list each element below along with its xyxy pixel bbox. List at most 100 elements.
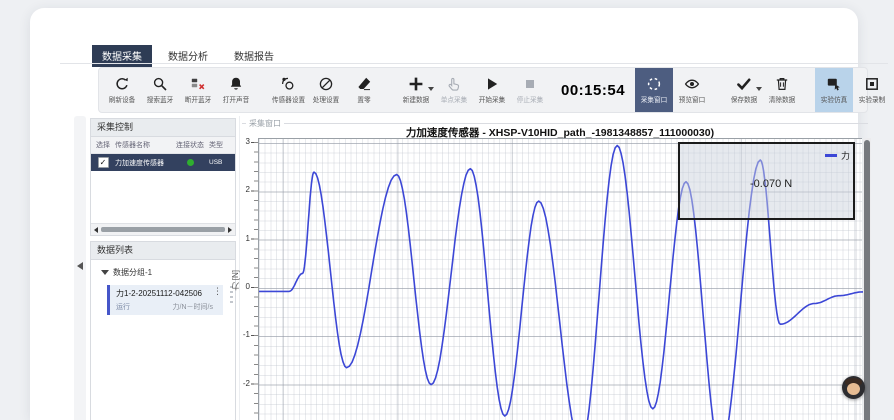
refresh-icon	[114, 76, 130, 92]
app-root: 数据采集 数据分析 数据报告 刷新设备搜索蓝牙断开蓝牙打开声音传感器设置处理设置…	[0, 0, 894, 420]
sensor-table-row[interactable]: ✓ 力加速度传感器 USB	[91, 154, 235, 171]
stop-icon	[522, 76, 538, 92]
toolbar: 刷新设备 搜索蓝牙 断开蓝牙 打开声音 传感器设置处理设置 置零 新建数据 单点采集 开始采集 停…	[98, 67, 868, 113]
capture-window-button[interactable]: 采集窗口	[635, 68, 673, 112]
sensor-table-hscrollbar[interactable]	[91, 223, 235, 235]
zero-set-button[interactable]: 置零	[345, 68, 383, 112]
data-item-card[interactable]: 力1-2-20251112-042506 运行 力/N－时间/s ⋮	[107, 285, 223, 315]
dashed-circle-icon	[646, 76, 662, 92]
plus-icon	[408, 76, 424, 92]
data-list-title: 数据列表	[91, 242, 235, 260]
eraser-icon	[356, 76, 372, 92]
toolbar-button-label: 打开声音	[223, 95, 250, 105]
sensor-name: 力加速度传感器	[115, 158, 171, 168]
y-tick-label: 2	[222, 185, 250, 194]
clear-data-button[interactable]: 清除数据	[763, 68, 801, 112]
toolbar-left-group: 刷新设备 搜索蓝牙 断开蓝牙 打开声音 传感器设置处理设置 置零 新建数据 单点采集 开始采集 停…	[103, 68, 549, 112]
experiment-simulation-button[interactable]: 实验仿真	[815, 68, 853, 112]
stop-capture-button[interactable]: 停止采集	[511, 68, 549, 112]
y-axis-label: 力 [N]	[230, 270, 241, 290]
search-icon	[152, 76, 168, 92]
sensor-checkbox[interactable]: ✓	[98, 157, 109, 168]
data-item-status: 运行	[116, 302, 130, 312]
search-bluetooth-button[interactable]: 搜索蓝牙	[141, 68, 179, 112]
experiment-recording-button[interactable]: 实验录制	[853, 68, 891, 112]
toolbar-button-label: 实验仿真	[821, 95, 848, 105]
sensor-table-header: 选择 传感器名称 连接状态 类型	[91, 137, 235, 154]
toolbar-button-label: 实验录制	[859, 95, 886, 105]
col-connection-status: 连接状态	[171, 140, 209, 150]
legend-series-label: 力	[841, 149, 850, 162]
new-data-button[interactable]: 新建数据	[397, 68, 435, 112]
dropdown-caret-icon[interactable]	[756, 87, 762, 91]
toolbar-button-label: 单点采集	[441, 95, 468, 105]
toolbar-button-label: 搜索蓝牙	[147, 95, 174, 105]
toolbar-button-label: 开始采集	[479, 95, 506, 105]
bell-icon	[228, 76, 244, 92]
disconnect-bluetooth-button[interactable]: 断开蓝牙	[179, 68, 217, 112]
hscroll-thumb[interactable]	[101, 227, 225, 232]
capture-timer: 00:15:54	[561, 82, 625, 99]
refresh-device-button[interactable]: 刷新设备	[103, 68, 141, 112]
toolbar-button-label: 处理设置	[313, 95, 340, 105]
tabbar-divider	[60, 63, 888, 64]
toolbar-button-label: 停止采集	[517, 95, 544, 105]
single-point-capture-button[interactable]: 单点采集	[435, 68, 473, 112]
record-icon	[864, 76, 880, 92]
play-icon	[484, 76, 500, 92]
vscroll-thumb[interactable]	[864, 140, 870, 420]
toolbar-button-label: 置零	[357, 95, 370, 105]
toolbar-right-group: 采集窗口预览窗口保存数据清除数据实验仿真实验录制公式计算	[635, 68, 894, 112]
data-group-label: 数据分组-1	[113, 267, 152, 278]
chart-legend: 力	[825, 149, 850, 162]
sidebar-collapse-strip	[74, 116, 86, 420]
data-item-axes: 力/N－时间/s	[173, 302, 213, 312]
start-capture-button[interactable]: 开始采集	[473, 68, 511, 112]
collection-control-title: 采集控制	[91, 119, 235, 137]
dropdown-caret-icon[interactable]	[428, 87, 434, 91]
col-select: 选择	[91, 140, 115, 150]
toolbar-button-label: 断开蓝牙	[185, 95, 212, 105]
legend-line-icon	[825, 154, 837, 157]
annotation-value: -0.070 N	[750, 178, 792, 190]
assistant-avatar[interactable]	[842, 376, 865, 399]
toolbar-button-label: 保存数据	[731, 95, 758, 105]
status-dot	[187, 159, 194, 166]
preview-window-button[interactable]: 预览窗口	[673, 68, 711, 112]
check-icon	[736, 76, 752, 92]
toolbar-button-label: 采集窗口	[641, 95, 668, 105]
simulate-icon	[826, 76, 842, 92]
toolbar-button-label: 刷新设备	[109, 95, 136, 105]
sensor-icon	[280, 76, 296, 92]
collection-control-panel: 采集控制 选择 传感器名称 连接状态 类型 ✓ 力加速度传感器 USB	[90, 118, 236, 236]
processing-settings-button[interactable]: 处理设置	[307, 68, 345, 112]
gauge-icon	[318, 76, 334, 92]
data-list-panel: 数据列表 数据分组-1 力1-2-20251112-042506 运行 力/N－…	[90, 241, 236, 420]
app-window: 数据采集 数据分析 数据报告 刷新设备搜索蓝牙断开蓝牙打开声音传感器设置处理设置…	[30, 8, 858, 420]
y-tick-label: 1	[222, 234, 250, 243]
item-menu-button[interactable]: ⋮	[213, 287, 222, 296]
toolbar-button-label: 传感器设置	[271, 95, 304, 105]
y-tick-label: -1	[222, 330, 250, 339]
panel-collapse-handle[interactable]	[77, 262, 83, 270]
col-sensor-name: 传感器名称	[115, 140, 171, 150]
chevron-down-icon[interactable]	[101, 270, 109, 275]
sensor-settings-button[interactable]: 传感器设置	[269, 68, 307, 112]
chart-plot-area[interactable]: -0.070 N 力	[258, 138, 862, 420]
toolbar-button-label: 新建数据	[403, 95, 430, 105]
data-group-node[interactable]: 数据分组-1	[91, 260, 235, 283]
y-tick-label: -2	[222, 379, 250, 388]
chart-vscrollbar[interactable]	[863, 138, 871, 420]
capture-window-groupbox: 采集窗口	[242, 123, 868, 124]
data-item-title: 力1-2-20251112-042506	[116, 288, 217, 299]
enable-sound-button[interactable]: 打开声音	[217, 68, 255, 112]
toolbar-button-label: 预览窗口	[679, 95, 706, 105]
y-tick-label: 3	[222, 137, 250, 146]
save-data-button[interactable]: 保存数据	[725, 68, 763, 112]
hand-icon	[446, 76, 462, 92]
toolbar-button-label: 清除数据	[769, 95, 796, 105]
avatar-face	[847, 383, 860, 395]
bt-disconnect-icon	[190, 76, 206, 92]
scroll-left-icon[interactable]	[94, 227, 98, 233]
eye-icon	[684, 76, 700, 92]
